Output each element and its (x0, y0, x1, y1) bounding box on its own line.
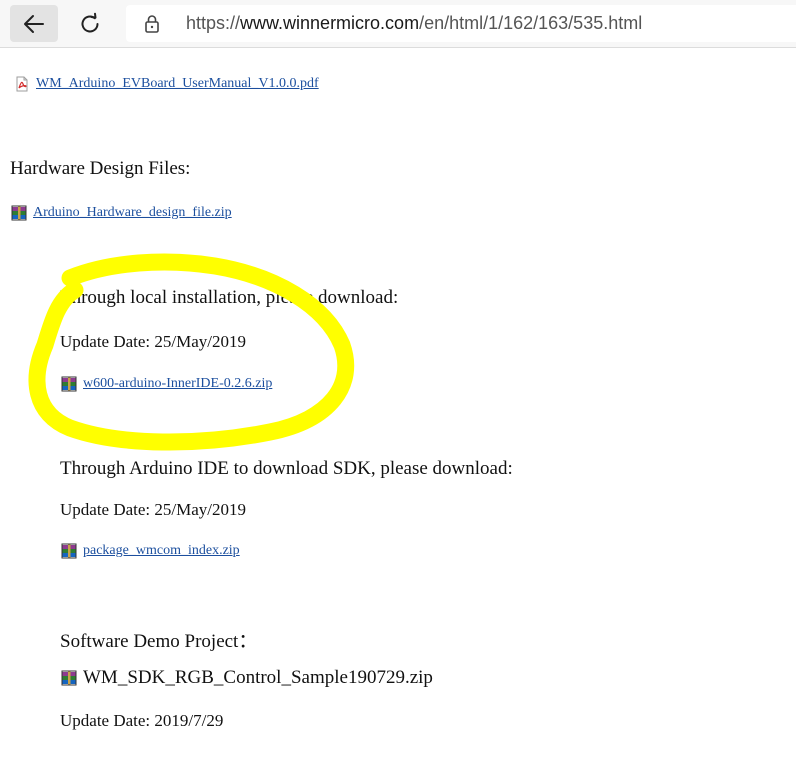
lock-icon[interactable] (144, 14, 174, 34)
archive-file-icon (61, 376, 77, 392)
address-bar[interactable]: https://www.winnermicro.com/en/html/1/16… (126, 5, 796, 42)
browser-toolbar: https://www.winnermicro.com/en/html/1/16… (0, 0, 796, 48)
ide-update-date: Update Date: 25/May/2019 (60, 500, 247, 519)
demo-update-date: Update Date: 2019/7/29 (60, 711, 224, 730)
archive-file-icon (61, 543, 77, 559)
manual-pdf-link[interactable]: WM_Arduino_EVBoard_UserManual_V1.0.0.pdf (36, 76, 319, 92)
local-ide-zip-link[interactable]: w600-arduino-InnerIDE-0.2.6.zip (83, 376, 272, 392)
demo-project-heading: Software Demo Project： (60, 631, 258, 652)
hardware-zip-link[interactable]: Arduino_Hardware_design_file.zip (33, 205, 232, 221)
refresh-button[interactable] (66, 5, 114, 42)
url-text[interactable]: https://www.winnermicro.com/en/html/1/16… (186, 13, 642, 34)
local-install-heading: Through local installation, please downl… (60, 287, 399, 308)
package-index-zip-link[interactable]: package_wmcom_index.zip (83, 543, 240, 559)
local-download-row: w600-arduino-InnerIDE-0.2.6.zip (61, 376, 272, 392)
hardware-heading: Hardware Design Files: (10, 158, 191, 179)
hardware-download-row: Arduino_Hardware_design_file.zip (11, 205, 232, 221)
demo-file-name[interactable]: WM_SDK_RGB_Control_Sample190729.zip (83, 667, 433, 689)
arduino-ide-heading: Through Arduino IDE to download SDK, ple… (60, 458, 513, 479)
ide-download-row: package_wmcom_index.zip (61, 543, 240, 559)
local-update-date: Update Date: 25/May/2019 (60, 332, 247, 351)
archive-file-icon (11, 205, 27, 221)
archive-file-icon (61, 670, 77, 686)
demo-file-row: WM_SDK_RGB_Control_Sample190729.zip (61, 667, 433, 689)
manual-download-row: WM_Arduino_EVBoard_UserManual_V1.0.0.pdf (14, 76, 319, 92)
back-button[interactable] (10, 5, 58, 42)
pdf-file-icon (16, 76, 28, 92)
refresh-icon (81, 12, 99, 32)
arrow-left-icon (24, 14, 44, 33)
